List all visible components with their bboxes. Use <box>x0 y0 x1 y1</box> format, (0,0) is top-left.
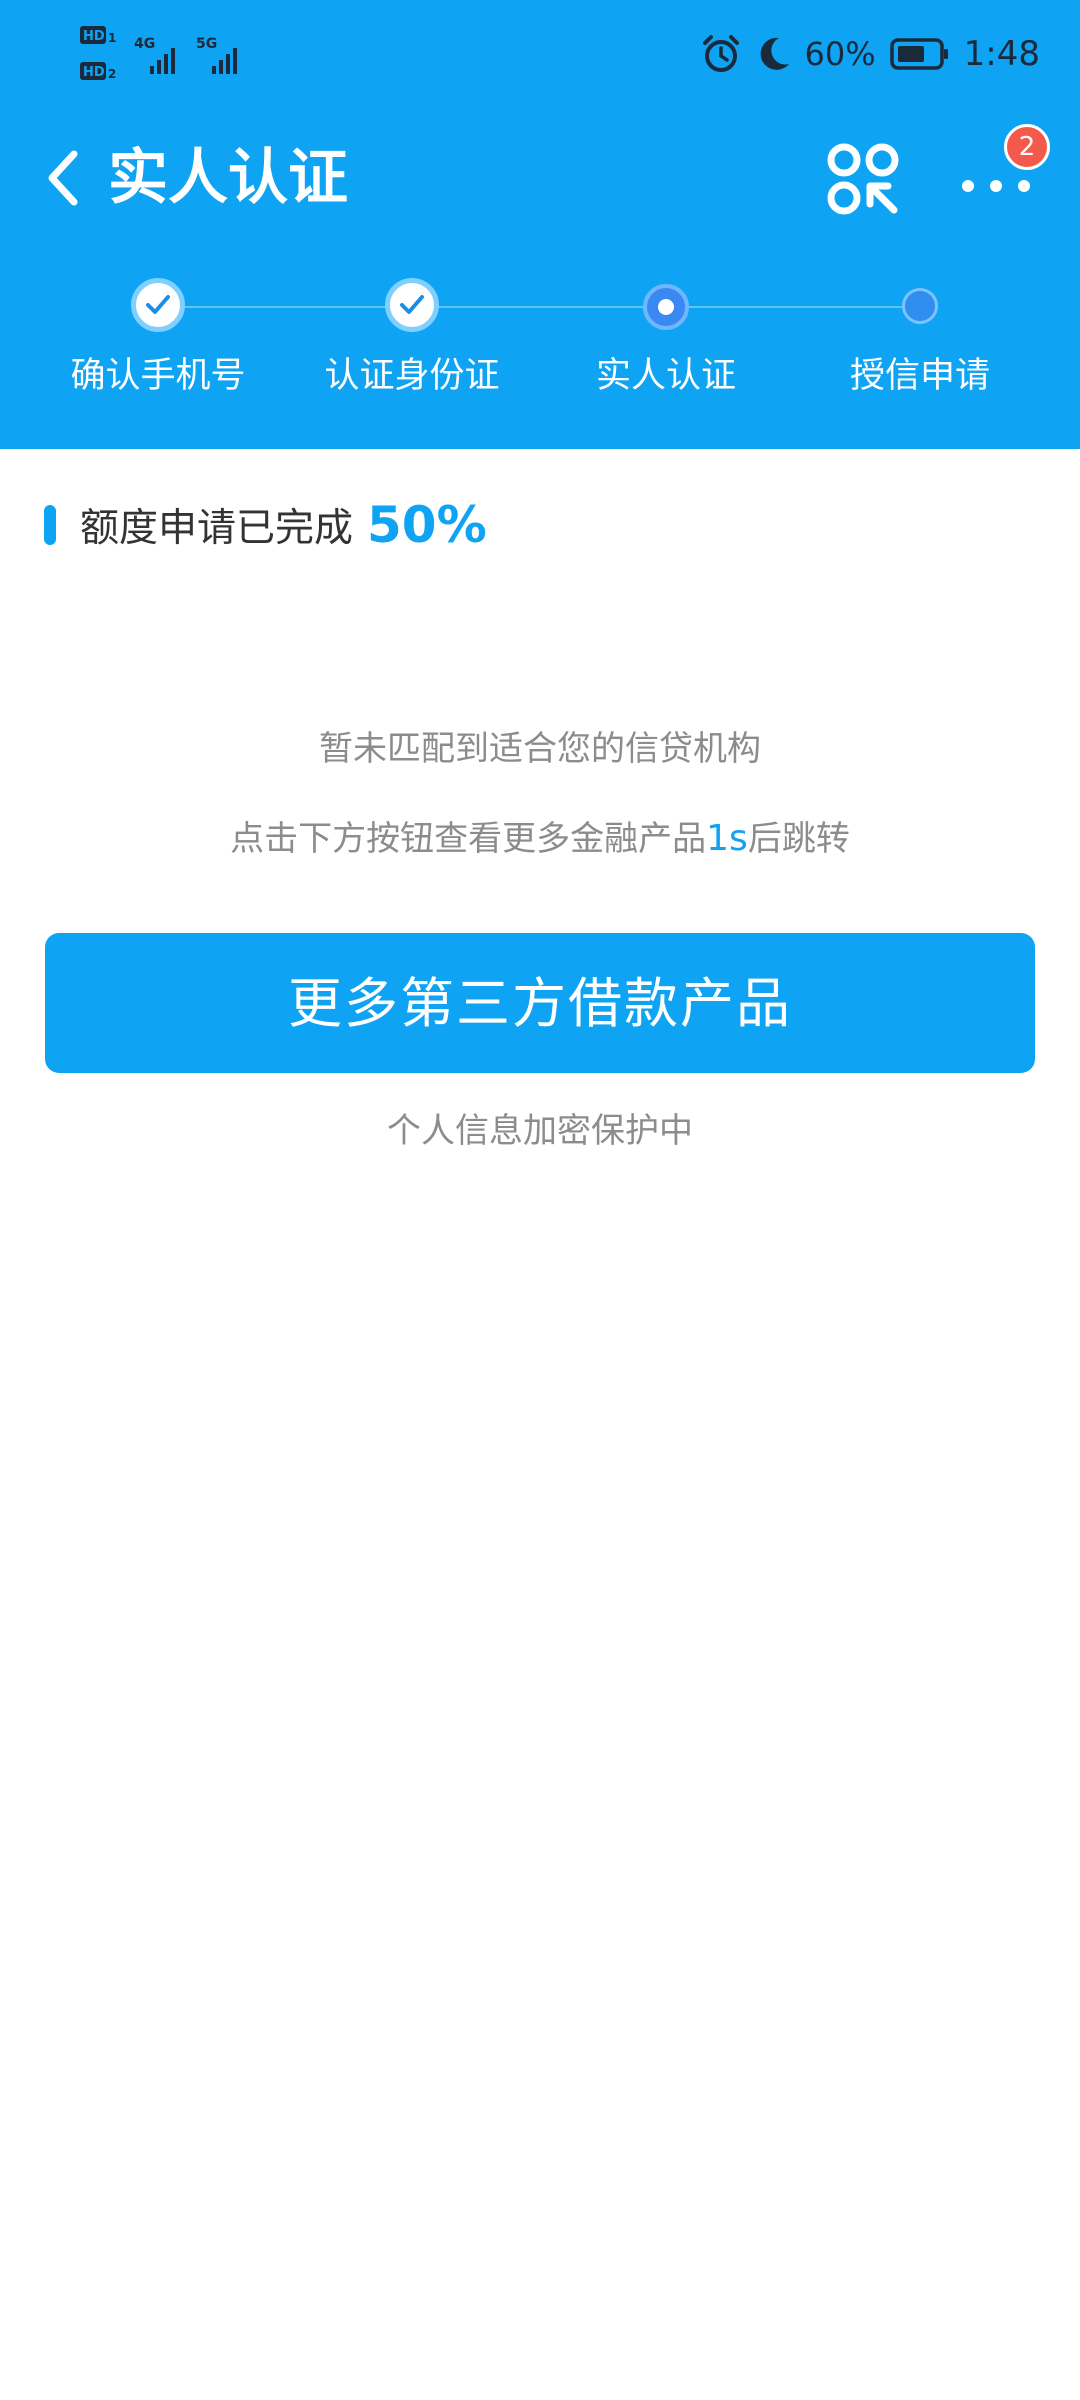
svg-text:2: 2 <box>108 67 116 81</box>
moon-icon <box>760 37 789 70</box>
battery-percent: 60% <box>804 35 876 73</box>
progress-percent: 50% <box>367 496 487 554</box>
svg-text:5G: 5G <box>196 36 217 52</box>
redirect-message: 点击下方按钮查看更多金融产品1s后跳转 <box>0 816 1080 862</box>
redirect-suffix: 后跳转 <box>747 819 850 859</box>
step-done-indicator <box>385 278 439 332</box>
status-right: 60% 1:48 <box>701 30 1040 78</box>
more-loan-products-button[interactable]: 更多第三方借款产品 <box>45 933 1035 1073</box>
progress-stepper: 确认手机号 认证身份证 实人认证 授信申请 <box>0 268 1080 408</box>
status-bar: HD 1 HD 2 4G 5G 60% 1:48 <box>0 0 1080 108</box>
nav-bar: 实人认证 <box>0 118 1080 238</box>
step-confirm-phone: 确认手机号 <box>31 268 285 398</box>
scan-button[interactable] <box>826 142 900 216</box>
step-label: 认证身份证 <box>324 356 500 396</box>
step-credit-apply: 授信申请 <box>793 268 1047 398</box>
no-match-message: 暂未匹配到适合您的信贷机构 <box>319 729 761 769</box>
countdown-timer: 1s <box>706 818 748 859</box>
page-title: 实人认证 <box>108 143 348 213</box>
alarm-icon <box>702 35 739 72</box>
step-current-indicator <box>643 284 689 330</box>
header-bar: HD 1 HD 2 4G 5G 60% 1:48 实人认证 2 确认手机号 认证… <box>0 0 1080 449</box>
step-label: 确认手机号 <box>70 356 246 396</box>
section-marker <box>44 505 56 545</box>
redirect-prefix: 点击下方按钮查看更多金融产品 <box>230 819 707 859</box>
network-indicators: HD 1 HD 2 4G 5G <box>80 24 250 88</box>
svg-text:1: 1 <box>108 31 116 45</box>
scan-icon <box>827 143 899 215</box>
check-icon <box>400 295 424 314</box>
step-todo-indicator <box>902 288 938 324</box>
signal-icon: HD 1 HD 2 4G 5G <box>80 26 237 81</box>
privacy-note: 个人信息加密保护中 <box>387 1111 693 1151</box>
notification-badge: 2 <box>1004 124 1050 170</box>
progress-label: 额度申请已完成 <box>80 506 354 551</box>
battery-icon <box>889 38 948 70</box>
svg-text:4G: 4G <box>134 36 155 52</box>
step-face-verify: 实人认证 <box>539 268 793 398</box>
check-icon <box>146 295 170 314</box>
step-label: 实人认证 <box>595 356 736 396</box>
clock-time: 1:48 <box>963 34 1040 74</box>
step-verify-id: 认证身份证 <box>285 268 539 398</box>
svg-text:HD: HD <box>83 29 105 44</box>
step-label: 授信申请 <box>849 356 990 396</box>
back-button[interactable] <box>36 144 92 212</box>
step-done-indicator <box>131 278 185 332</box>
progress-summary: 额度申请已完成 50% <box>44 490 487 560</box>
chevron-left-icon <box>48 150 78 206</box>
svg-text:HD: HD <box>83 65 105 80</box>
